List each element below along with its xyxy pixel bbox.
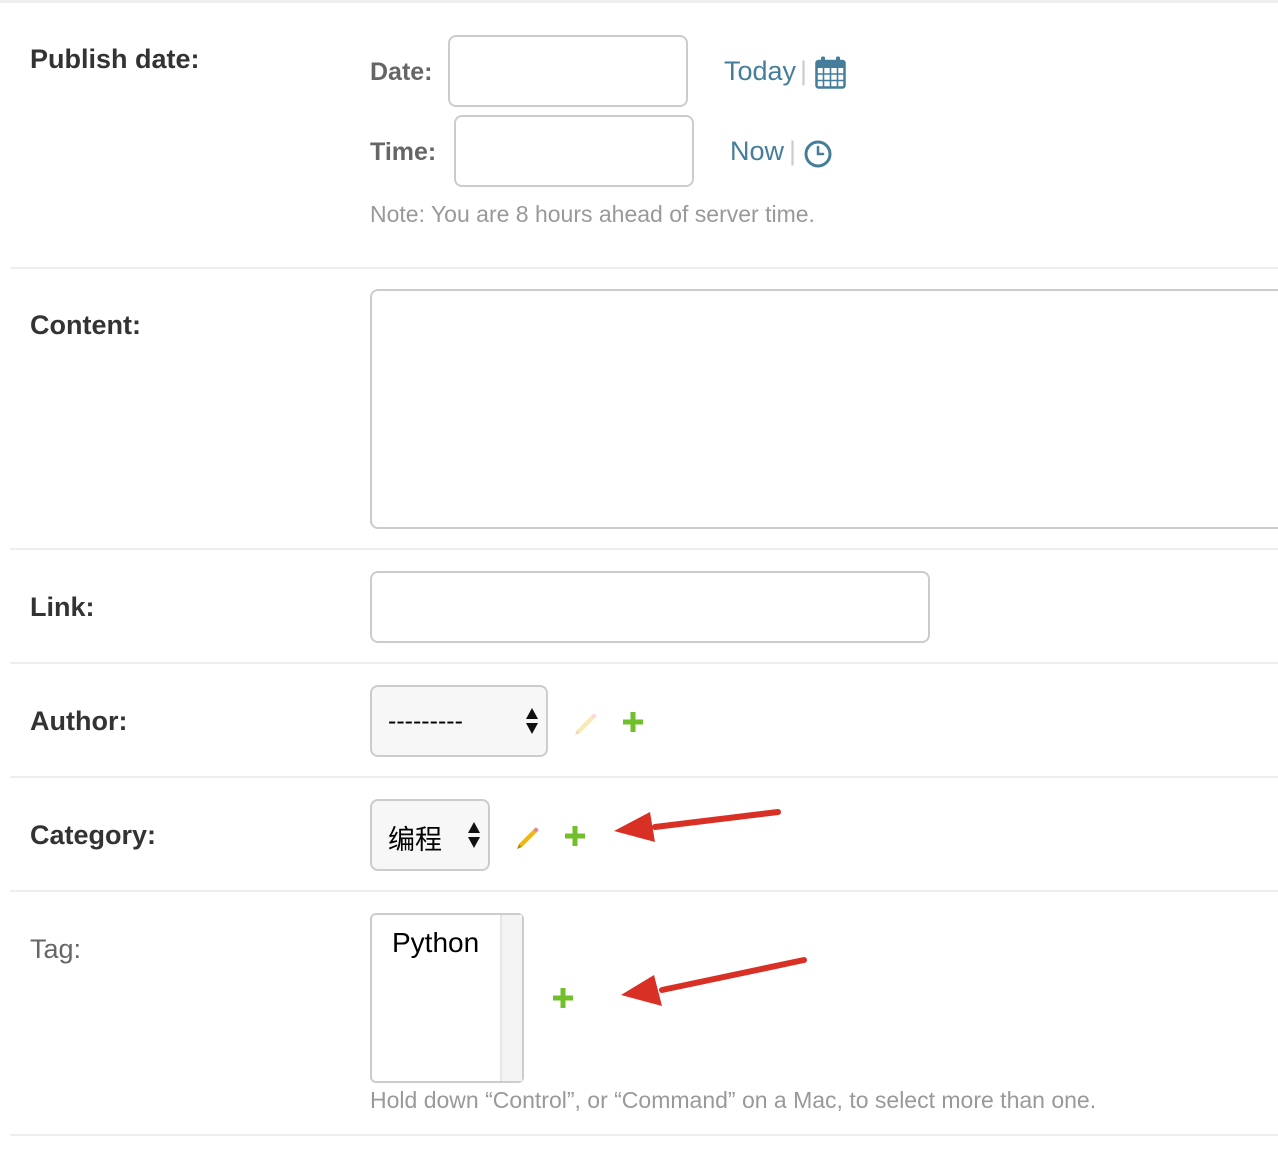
top-divider [0, 0, 1278, 3]
tag-label: Tag: [30, 934, 82, 964]
row-divider [10, 267, 1278, 269]
edit-author-pencil-icon [575, 713, 597, 735]
row-divider [10, 548, 1278, 550]
row-divider [10, 662, 1278, 664]
select-arrows-icon [468, 822, 480, 848]
row-divider [10, 890, 1278, 892]
row-divider [10, 1134, 1278, 1136]
category-select[interactable]: 编程 [370, 799, 490, 871]
author-label: Author: [30, 706, 128, 736]
edit-category-pencil-icon[interactable] [515, 824, 541, 850]
add-author-plus-icon[interactable] [621, 710, 645, 734]
add-tag-plus-icon[interactable] [551, 986, 575, 1010]
link-label: Link: [30, 592, 95, 622]
calendar-icon[interactable] [815, 56, 846, 89]
category-label: Category: [30, 820, 157, 850]
now-separator: | [789, 136, 797, 166]
time-input[interactable] [454, 115, 694, 187]
content-textarea[interactable] [370, 289, 1278, 529]
author-selected-value: --------- [388, 707, 463, 735]
time-label: Time: [370, 138, 437, 166]
multiselect-help: Hold down “Control”, or “Command” on a M… [370, 1087, 1097, 1113]
select-arrows-icon [526, 708, 538, 734]
publish-date-label: Publish date: [30, 44, 200, 74]
date-input[interactable] [448, 35, 688, 107]
tag-option-python[interactable]: Python [392, 927, 479, 959]
today-separator: | [800, 56, 808, 86]
clock-icon[interactable] [803, 139, 833, 169]
content-label: Content: [30, 310, 141, 340]
link-input[interactable] [370, 571, 930, 643]
annotation-arrow-tag [621, 957, 807, 1006]
author-select[interactable]: --------- [370, 685, 548, 757]
row-divider [10, 776, 1278, 778]
timezone-note: Note: You are 8 hours ahead of server ti… [370, 201, 815, 227]
add-category-plus-icon[interactable] [563, 824, 587, 848]
date-label: Date: [370, 58, 433, 86]
today-link[interactable]: Today [724, 56, 796, 87]
category-selected-value: 编程 [388, 825, 442, 856]
tag-multiselect[interactable]: Python [370, 913, 524, 1083]
listbox-scrollbar[interactable] [500, 915, 522, 1081]
annotation-arrow-category [614, 809, 781, 842]
now-link[interactable]: Now [730, 136, 784, 167]
